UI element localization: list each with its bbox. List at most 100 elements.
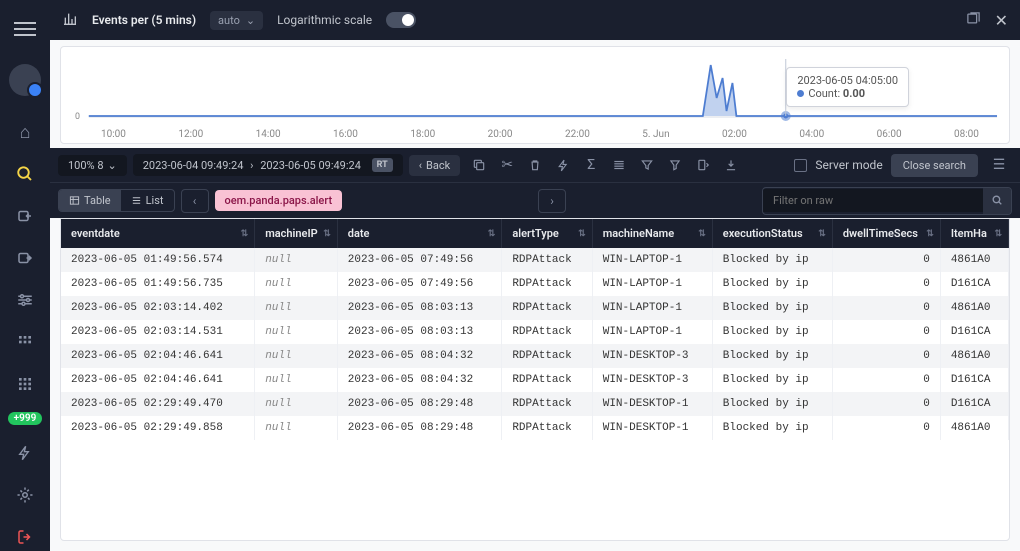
server-mode-checkbox[interactable] xyxy=(794,159,807,172)
filter-icon[interactable] xyxy=(634,152,660,178)
sort-icon: ⇅ xyxy=(994,229,1002,239)
table-row[interactable]: 2023-06-05 01:49:56.735null2023-06-05 07… xyxy=(61,272,1009,296)
cell: 2023-06-05 08:04:32 xyxy=(337,368,502,392)
logout-icon[interactable] xyxy=(11,523,39,551)
tooltip-time: 2023-06-05 04:05:00 xyxy=(797,74,898,87)
column-header[interactable]: alertType⇅ xyxy=(502,219,592,248)
cell: 2023-06-05 08:03:13 xyxy=(337,320,502,344)
time-range[interactable]: 2023-06-04 09:49:24 › 2023-06-05 09:49:2… xyxy=(133,154,403,176)
trash-icon[interactable] xyxy=(522,152,548,178)
next-button[interactable]: › xyxy=(538,189,566,213)
home-icon[interactable]: ⌂ xyxy=(11,118,39,146)
cell: WIN-DESKTOP-1 xyxy=(592,392,712,416)
column-header[interactable]: date⇅ xyxy=(337,219,502,248)
cell: null xyxy=(255,368,338,392)
menu-icon[interactable] xyxy=(10,14,40,44)
gear-icon[interactable] xyxy=(11,481,39,509)
back-button[interactable]: ‹ Back xyxy=(409,155,460,176)
cell: WIN-LAPTOP-1 xyxy=(592,248,712,272)
x-tick: 5. Jun xyxy=(642,129,669,140)
cell: 2023-06-05 08:29:48 xyxy=(337,392,502,416)
table-row[interactable]: 2023-06-05 02:04:46.641null2023-06-05 08… xyxy=(61,344,1009,368)
bolt-icon[interactable] xyxy=(11,439,39,467)
interval-select[interactable]: auto⌄ xyxy=(210,11,263,30)
log-scale-toggle[interactable] xyxy=(386,12,416,28)
table-row[interactable]: 2023-06-05 02:29:49.470null2023-06-05 08… xyxy=(61,392,1009,416)
cell: 0 xyxy=(832,416,940,440)
grid-alt-icon[interactable] xyxy=(11,370,39,398)
results-table-wrap[interactable]: eventdate⇅machineIP⇅date⇅alertType⇅machi… xyxy=(60,218,1010,541)
table-row[interactable]: 2023-06-05 02:04:46.641null2023-06-05 08… xyxy=(61,368,1009,392)
cell: 2023-06-05 08:29:48 xyxy=(337,416,502,440)
query-tag[interactable]: oem.panda.paps.alert xyxy=(215,190,343,211)
topbar: Events per (5 mins) auto⌄ Logarithmic sc… xyxy=(50,0,1020,40)
server-mode-label: Server mode xyxy=(815,158,882,172)
list-view-button[interactable]: List xyxy=(121,190,174,211)
prev-button[interactable]: ‹ xyxy=(181,189,209,213)
bolt-icon[interactable] xyxy=(550,152,576,178)
flow-in-icon[interactable] xyxy=(11,202,39,230)
query-toolbar: 100% 8 ⌄ 2023-06-04 09:49:24 › 2023-06-0… xyxy=(50,148,1020,182)
table-row[interactable]: 2023-06-05 02:03:14.531null2023-06-05 08… xyxy=(61,320,1009,344)
export-icon[interactable] xyxy=(966,11,981,30)
columns-icon[interactable] xyxy=(606,152,632,178)
cell: 0 xyxy=(832,392,940,416)
column-header[interactable]: ItemHa⇅ xyxy=(940,219,1008,248)
column-header[interactable]: eventdate⇅ xyxy=(61,219,255,248)
cell: RDPAttack xyxy=(502,248,592,272)
results-table: eventdate⇅machineIP⇅date⇅alertType⇅machi… xyxy=(61,219,1009,440)
cell: Blocked by ip xyxy=(712,392,832,416)
table-row[interactable]: 2023-06-05 02:29:49.858null2023-06-05 08… xyxy=(61,416,1009,440)
avatar[interactable] xyxy=(9,64,41,96)
column-header[interactable]: executionStatus⇅ xyxy=(712,219,832,248)
cell: null xyxy=(255,296,338,320)
column-header[interactable]: dwellTimeSecs⇅ xyxy=(832,219,940,248)
column-header[interactable]: machineName⇅ xyxy=(592,219,712,248)
filter-input[interactable] xyxy=(763,189,983,212)
cell: D161CA xyxy=(940,320,1008,344)
table-view-button[interactable]: Table xyxy=(59,190,121,211)
cut-icon[interactable]: ✂ xyxy=(494,152,520,178)
flow-out-icon[interactable] xyxy=(11,244,39,272)
chevron-down-icon: ⌄ xyxy=(246,14,255,27)
column-header[interactable]: machineIP⇅ xyxy=(255,219,338,248)
events-per-label: Events per (5 mins) xyxy=(92,13,196,27)
cell: RDPAttack xyxy=(502,272,592,296)
more-icon[interactable]: ☰ xyxy=(986,152,1012,178)
sigma-icon[interactable]: Σ xyxy=(578,152,604,178)
filter-search-icon[interactable] xyxy=(983,188,1011,214)
close-search-button[interactable]: Close search xyxy=(891,154,978,177)
copy-icon[interactable] xyxy=(466,152,492,178)
table-body: 2023-06-05 01:49:56.574null2023-06-05 07… xyxy=(61,248,1009,440)
close-icon[interactable]: ✕ xyxy=(995,11,1008,30)
cell: WIN-LAPTOP-1 xyxy=(592,296,712,320)
x-axis: 10:0012:0014:0016:0018:0020:0022:005. Ju… xyxy=(71,127,999,140)
cell: 2023-06-05 02:04:46.641 xyxy=(61,368,255,392)
cell: 4861A0 xyxy=(940,344,1008,368)
count-badge[interactable]: +999 xyxy=(8,412,43,425)
x-tick: 22:00 xyxy=(565,129,590,140)
funnel-icon[interactable] xyxy=(662,152,688,178)
sliders-icon[interactable] xyxy=(11,286,39,314)
search-icon[interactable] xyxy=(11,160,39,188)
cell: WIN-LAPTOP-1 xyxy=(592,320,712,344)
cell: Blocked by ip xyxy=(712,272,832,296)
insert-icon[interactable] xyxy=(690,152,716,178)
cell: 0 xyxy=(832,344,940,368)
cell: WIN-DESKTOP-3 xyxy=(592,368,712,392)
cell: null xyxy=(255,248,338,272)
cell: 2023-06-05 07:49:56 xyxy=(337,272,502,296)
histogram-chart[interactable]: 0 2023-06-05 04:05:00 Count: 0.00 10:001… xyxy=(60,46,1010,144)
grid-icon[interactable] xyxy=(11,328,39,356)
x-tick: 04:00 xyxy=(799,129,824,140)
table-row[interactable]: 2023-06-05 01:49:56.574null2023-06-05 07… xyxy=(61,248,1009,272)
cell: RDPAttack xyxy=(502,416,592,440)
cell: 4861A0 xyxy=(940,296,1008,320)
x-tick: 06:00 xyxy=(877,129,902,140)
zoom-button[interactable]: 100% 8 ⌄ xyxy=(58,155,127,176)
cell: 4861A0 xyxy=(940,416,1008,440)
cell: null xyxy=(255,344,338,368)
download-icon[interactable] xyxy=(718,152,744,178)
table-row[interactable]: 2023-06-05 02:03:14.402null2023-06-05 08… xyxy=(61,296,1009,320)
sort-icon: ⇅ xyxy=(323,229,331,239)
